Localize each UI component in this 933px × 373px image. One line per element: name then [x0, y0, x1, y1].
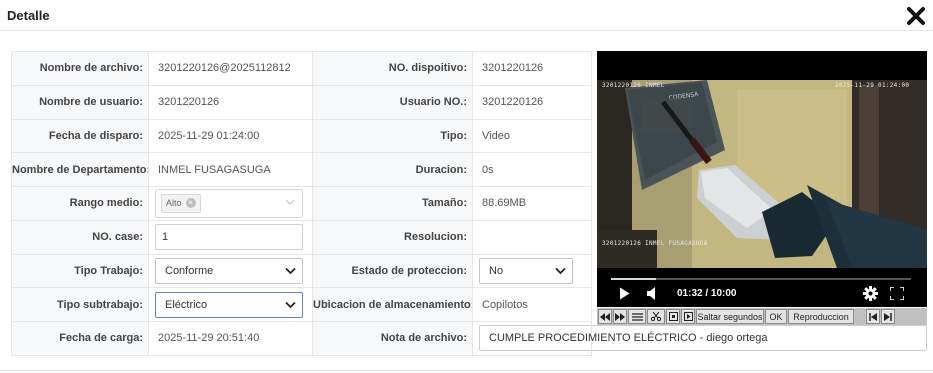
details-table: Nombre de archivo: 3201220126@2025112812…: [11, 51, 927, 356]
work-subtype-selected: Eléctrico: [165, 298, 208, 311]
work-type-label: Tipo Trabajo:: [11, 253, 149, 289]
device-no-value: 3201220126: [472, 51, 592, 86]
volume-icon[interactable]: [647, 287, 659, 305]
upload-date-label: Fecha de carga:: [11, 321, 149, 356]
storage-label: Ubicacion de almacenamiento:: [312, 287, 473, 322]
fullscreen-icon[interactable]: [889, 286, 905, 305]
work-subtype-select[interactable]: Eléctrico: [155, 291, 303, 318]
skip-end-icon[interactable]: [881, 309, 895, 324]
progress-bar[interactable]: [611, 278, 911, 280]
user-name-label: Nombre de usuario:: [11, 84, 149, 120]
rewind-icon[interactable]: [598, 309, 612, 324]
protection-select[interactable]: No: [479, 257, 573, 284]
close-icon[interactable]: [905, 6, 927, 26]
play-icon[interactable]: [619, 287, 630, 305]
work-type-selected: Conforme: [165, 264, 214, 277]
table-row: Fecha de disparo: 2025-11-29 01:24:00 Ti…: [11, 118, 592, 154]
skip-seconds-input[interactable]: Saltar segundos: [696, 309, 764, 324]
chevron-down-icon: [285, 199, 295, 205]
range-tag-label: Alto: [166, 198, 182, 209]
playback-button[interactable]: Reproduccion: [788, 309, 854, 324]
table-row: Fecha de carga: 2025-11-29 20:51:40 Nota…: [11, 321, 927, 356]
duration-value: 0s: [472, 152, 592, 187]
work-subtype-label: Tipo subtrabajo:: [11, 287, 149, 322]
range-tag: Alto ×: [161, 193, 201, 213]
file-note-input[interactable]: CUMPLE PROCEDIMIENTO ELÉCTRICO - diego o…: [479, 325, 927, 352]
department-label: Nombre de Departamento:: [11, 152, 149, 187]
video-frame[interactable]: CODENSA 3201220126 INMEL 2025-11-29 01:2…: [597, 80, 927, 268]
playback-toolbar: Saltar segundos OK Reproduccion: [597, 308, 927, 325]
chevron-down-icon: [285, 301, 296, 308]
trigger-date-label: Fecha de disparo:: [11, 118, 149, 154]
snapshot-icon[interactable]: [666, 309, 680, 324]
ok-button[interactable]: OK: [765, 309, 787, 324]
dialog-header: Detalle: [0, 0, 933, 31]
table-row: NO. case: Resolucion:: [11, 219, 592, 255]
trigger-date-value: 2025-11-29 01:24:00: [148, 118, 313, 154]
work-type-select[interactable]: Conforme: [155, 257, 303, 284]
osd-top-left: 3201220126 INMEL: [602, 82, 665, 89]
list-icon[interactable]: [628, 309, 646, 324]
type-value: Video: [472, 118, 592, 154]
size-label: Tamaño:: [312, 186, 473, 221]
table-row: Nombre de Departamento: INMEL FUSAGASUGA…: [11, 152, 592, 187]
range-multiselect[interactable]: Alto ×: [155, 188, 303, 218]
gear-icon[interactable]: [863, 286, 878, 306]
upload-date-value: 2025-11-29 20:51:40: [148, 321, 313, 356]
time-display: 01:32 / 10:00: [677, 288, 737, 299]
osd-bottom-left: 3201220126 INMEL FUSAGASUGA: [602, 240, 708, 247]
case-no-label: NO. case:: [11, 219, 149, 255]
progress-fill: [611, 278, 656, 280]
case-no-input[interactable]: [155, 224, 303, 251]
dialog-footer-divider: [0, 370, 933, 371]
resolution-value: [472, 219, 592, 255]
department-value: INMEL FUSAGASUGA: [148, 152, 313, 187]
table-row: Rango medio: Alto × Tamaño: 88.69MB: [11, 186, 592, 221]
file-name-label: Nombre de archivo:: [11, 51, 149, 86]
file-note-label: Nota de archivo:: [312, 321, 473, 356]
tag-remove-icon[interactable]: ×: [185, 198, 196, 209]
protection-selected: No: [489, 264, 504, 277]
fast-forward-icon[interactable]: [613, 309, 627, 324]
dialog-title: Detalle: [7, 8, 50, 23]
video-player[interactable]: CODENSA 3201220126 INMEL 2025-11-29 01:2…: [597, 51, 927, 307]
osd-top-right: 2025-11-29 01:24:00: [835, 82, 910, 89]
table-row: Nombre de usuario: 3201220126 Usuario NO…: [11, 84, 592, 120]
duration-label: Duracion:: [312, 152, 473, 187]
user-no-value: 3201220126: [472, 84, 592, 120]
resolution-label: Resolucion:: [312, 219, 473, 255]
scissors-icon[interactable]: [647, 309, 665, 324]
storage-value: Copilotos: [472, 287, 592, 322]
device-no-label: NO. dispoitivo:: [312, 51, 473, 86]
range-label: Rango medio:: [11, 186, 149, 221]
chevron-down-icon: [285, 267, 296, 275]
table-row: Tipo Trabajo: Conforme Estado de protecc…: [11, 253, 592, 289]
frame-step-icon[interactable]: [681, 309, 695, 324]
table-row: Tipo subtrabajo: Eléctrico Ubicacion de …: [11, 287, 592, 322]
user-name-value: 3201220126: [148, 84, 313, 120]
file-name-value: 3201220126@2025112812: [148, 51, 313, 86]
type-label: Tipo:: [312, 118, 473, 154]
chevron-down-icon: [555, 267, 566, 275]
table-row: Nombre de archivo: 3201220126@2025112812…: [11, 51, 592, 86]
skip-start-icon[interactable]: [866, 309, 880, 324]
size-value: 88.69MB: [472, 186, 592, 221]
protection-label: Estado de proteccion:: [312, 253, 473, 289]
user-no-label: Usuario NO.:: [312, 84, 473, 120]
